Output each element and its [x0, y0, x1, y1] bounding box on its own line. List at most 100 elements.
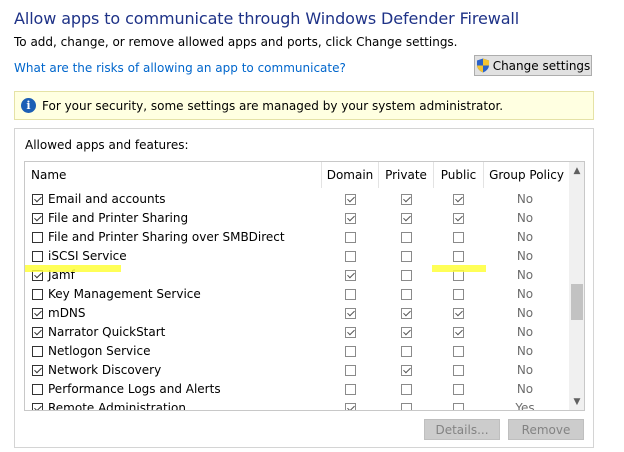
private-checkbox[interactable]: [401, 270, 412, 281]
table-row[interactable]: File and Printer Sharing No: [25, 209, 569, 228]
column-header-group-policy[interactable]: Group Policy: [483, 162, 569, 188]
public-checkbox[interactable]: [453, 384, 464, 395]
domain-checkbox[interactable]: [345, 251, 356, 262]
enabled-checkbox[interactable]: [32, 194, 43, 205]
group-policy-value: No: [516, 344, 534, 358]
group-policy-value: No: [516, 306, 534, 320]
public-checkbox[interactable]: [453, 346, 464, 357]
domain-checkbox[interactable]: [345, 384, 356, 395]
app-name: mDNS: [48, 306, 86, 320]
table-row[interactable]: Key Management Service No: [25, 285, 569, 304]
public-checkbox[interactable]: [453, 251, 464, 262]
uac-shield-icon: [476, 58, 490, 73]
app-name: Performance Logs and Alerts: [48, 382, 221, 396]
enabled-checkbox[interactable]: [32, 289, 43, 300]
table-row[interactable]: Performance Logs and Alerts No: [25, 380, 569, 399]
highlight-mark-name: [25, 265, 121, 272]
app-name: Netlogon Service: [48, 344, 151, 358]
app-name: iSCSI Service: [48, 249, 127, 263]
group-policy-value: Yes: [515, 401, 535, 411]
app-name: File and Printer Sharing over SMBDirect: [48, 230, 285, 244]
allowed-apps-list[interactable]: Name Domain Private Public Group Policy …: [24, 161, 585, 411]
domain-checkbox[interactable]: [345, 232, 356, 243]
enabled-checkbox[interactable]: [32, 365, 43, 376]
private-checkbox[interactable]: [401, 194, 412, 205]
group-policy-value: No: [516, 363, 534, 377]
table-row[interactable]: File and Printer Sharing over SMBDirect N…: [25, 228, 569, 247]
details-button[interactable]: Details...: [424, 419, 500, 440]
domain-checkbox[interactable]: [345, 289, 356, 300]
app-name: Network Discovery: [48, 363, 162, 377]
info-bar-text: For your security, some settings are man…: [42, 98, 504, 113]
app-name: Email and accounts: [48, 192, 166, 206]
table-row[interactable]: mDNS No: [25, 304, 569, 323]
public-checkbox[interactable]: [453, 403, 464, 410]
domain-checkbox[interactable]: [345, 308, 356, 319]
private-checkbox[interactable]: [401, 384, 412, 395]
table-row[interactable]: Remote Administration Yes: [25, 399, 569, 411]
group-policy-value: No: [516, 211, 534, 225]
domain-checkbox[interactable]: [345, 346, 356, 357]
column-header-name[interactable]: Name: [31, 162, 321, 188]
domain-checkbox[interactable]: [345, 365, 356, 376]
private-checkbox[interactable]: [401, 327, 412, 338]
column-header-domain[interactable]: Domain: [321, 162, 378, 188]
public-checkbox[interactable]: [453, 289, 464, 300]
scroll-thumb[interactable]: [571, 284, 583, 320]
group-policy-value: No: [516, 382, 534, 396]
table-row[interactable]: Network Discovery No: [25, 361, 569, 380]
group-policy-value: No: [516, 268, 534, 282]
domain-checkbox[interactable]: [345, 270, 356, 281]
private-checkbox[interactable]: [401, 365, 412, 376]
private-checkbox[interactable]: [401, 213, 412, 224]
domain-checkbox[interactable]: [345, 194, 356, 205]
table-row[interactable]: Netlogon Service No: [25, 342, 569, 361]
public-checkbox[interactable]: [453, 365, 464, 376]
public-checkbox[interactable]: [453, 213, 464, 224]
group-policy-value: No: [516, 287, 534, 301]
table-row[interactable]: Email and accounts No: [25, 190, 569, 209]
public-checkbox[interactable]: [453, 194, 464, 205]
column-header-private[interactable]: Private: [378, 162, 433, 188]
enabled-checkbox[interactable]: [32, 232, 43, 243]
column-header-public[interactable]: Public: [433, 162, 483, 188]
public-checkbox[interactable]: [453, 327, 464, 338]
app-name: File and Printer Sharing: [48, 211, 189, 225]
private-checkbox[interactable]: [401, 308, 412, 319]
enabled-checkbox[interactable]: [32, 213, 43, 224]
risks-link[interactable]: What are the risks of allowing an app to…: [14, 61, 346, 75]
domain-checkbox[interactable]: [345, 213, 356, 224]
enabled-checkbox[interactable]: [32, 251, 43, 262]
enabled-checkbox[interactable]: [32, 308, 43, 319]
allowed-apps-group: Allowed apps and features: Name Domain P…: [14, 128, 594, 448]
private-checkbox[interactable]: [401, 289, 412, 300]
remove-button[interactable]: Remove: [508, 419, 584, 440]
private-checkbox[interactable]: [401, 232, 412, 243]
vertical-scrollbar[interactable]: ▲ ▼: [569, 162, 584, 410]
highlight-mark-public: [432, 265, 486, 272]
change-settings-button[interactable]: Change settings: [474, 55, 592, 76]
enabled-checkbox[interactable]: [32, 403, 43, 410]
table-row[interactable]: Narrator QuickStart No: [25, 323, 569, 342]
private-checkbox[interactable]: [401, 346, 412, 357]
app-name: Remote Administration: [48, 401, 186, 411]
group-policy-value: No: [516, 192, 534, 206]
list-header: Name Domain Private Public Group Policy: [25, 162, 569, 188]
enabled-checkbox[interactable]: [32, 327, 43, 338]
public-checkbox[interactable]: [453, 308, 464, 319]
scroll-up-icon[interactable]: ▲: [569, 162, 584, 179]
group-policy-value: No: [516, 249, 534, 263]
group-policy-value: No: [516, 230, 534, 244]
private-checkbox[interactable]: [401, 403, 412, 410]
private-checkbox[interactable]: [401, 251, 412, 262]
public-checkbox[interactable]: [453, 232, 464, 243]
group-label: Allowed apps and features:: [25, 138, 189, 152]
domain-checkbox[interactable]: [345, 403, 356, 410]
enabled-checkbox[interactable]: [32, 384, 43, 395]
scroll-down-icon[interactable]: ▼: [569, 393, 584, 410]
domain-checkbox[interactable]: [345, 327, 356, 338]
table-row[interactable]: iSCSI Service No: [25, 247, 569, 266]
page-subtitle: To add, change, or remove allowed apps a…: [14, 35, 458, 49]
info-bar: i For your security, some settings are m…: [14, 91, 594, 120]
enabled-checkbox[interactable]: [32, 346, 43, 357]
